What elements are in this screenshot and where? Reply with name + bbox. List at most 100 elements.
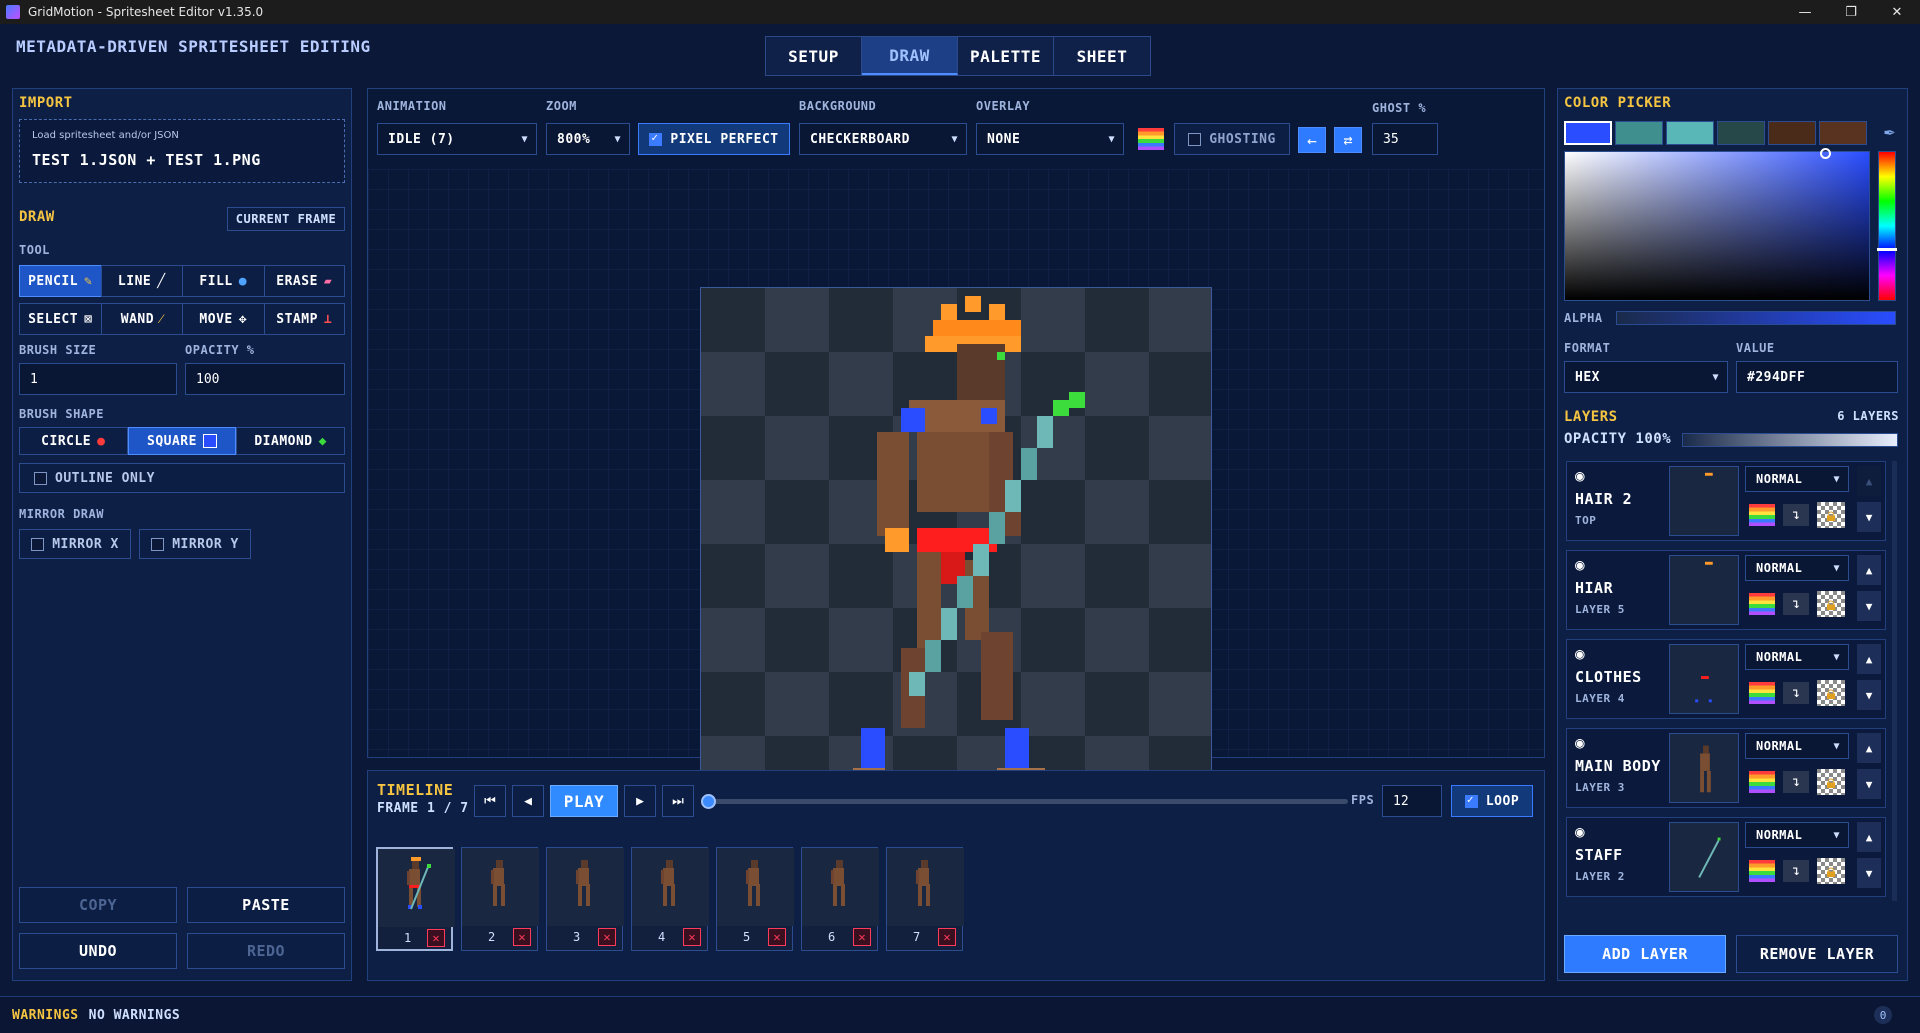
mirror-y-toggle[interactable]: MIRROR Y — [139, 529, 251, 559]
alpha-slider[interactable] — [1616, 311, 1896, 325]
loop-toggle[interactable]: LOOP — [1451, 785, 1533, 817]
eyedropper-icon[interactable]: ✒ — [1884, 121, 1895, 142]
eye-icon[interactable]: ◉ — [1575, 733, 1585, 752]
brush-size-input[interactable]: 1 — [19, 363, 177, 395]
color-value-input[interactable]: #294DFF — [1736, 361, 1898, 393]
fps-input[interactable]: 12 — [1382, 785, 1442, 817]
ghosting-checkbox[interactable] — [1188, 132, 1202, 146]
frame-thumbnail[interactable]: 6 ✕ — [801, 847, 879, 951]
layer-item[interactable]: ◉ STAFF LAYER 2 NORMAL ▼ ↴ 🔒︎ ▲ ▼ — [1566, 817, 1886, 897]
ghosting-toggle[interactable]: GHOSTING — [1174, 123, 1290, 155]
delete-frame-icon[interactable]: ✕ — [683, 928, 701, 946]
merge-down-icon[interactable]: ↴ — [1783, 860, 1809, 882]
delete-frame-icon[interactable]: ✕ — [513, 928, 531, 946]
zoom-select[interactable]: 800% ▼ — [546, 123, 630, 155]
eye-icon[interactable]: ◉ — [1575, 555, 1585, 574]
delete-frame-icon[interactable]: ✕ — [853, 928, 871, 946]
tab-sheet[interactable]: SHEET — [1054, 37, 1150, 75]
ghost-previous-button[interactable]: ← — [1298, 127, 1326, 153]
frame-thumbnail[interactable]: 1 ✕ — [376, 847, 455, 951]
mirror-x-toggle[interactable]: MIRROR X — [19, 529, 131, 559]
merge-down-icon[interactable]: ↴ — [1783, 771, 1809, 793]
color-cursor[interactable] — [1820, 148, 1831, 159]
merge-down-icon[interactable]: ↴ — [1783, 682, 1809, 704]
fill-tool[interactable]: FILL ● — [182, 265, 264, 297]
palette-icon[interactable] — [1749, 860, 1775, 882]
move-layer-down-button[interactable]: ▼ — [1857, 769, 1881, 799]
palette-icon[interactable] — [1749, 771, 1775, 793]
move-layer-down-button[interactable]: ▼ — [1857, 680, 1881, 710]
shape-circle[interactable]: CIRCLE ● — [19, 427, 128, 455]
color-swatch[interactable] — [1717, 121, 1765, 145]
layer-item[interactable]: ◉ CLOTHES LAYER 4 NORMAL ▼ ↴ 🔒︎ ▲ ▼ — [1566, 639, 1886, 719]
move-layer-down-button[interactable]: ▼ — [1857, 858, 1881, 888]
redo-button[interactable]: REDO — [187, 933, 345, 969]
frame-thumbnail[interactable]: 2 ✕ — [461, 847, 539, 951]
prev-frame-button[interactable]: ◀ — [512, 785, 544, 817]
frame-thumbnail[interactable]: 7 ✕ — [886, 847, 964, 951]
onion-colors-icon[interactable] — [1138, 128, 1164, 150]
hue-slider[interactable] — [1877, 151, 1897, 301]
layer-opacity-slider[interactable] — [1682, 433, 1898, 447]
ghost-shuffle-button[interactable]: ⇄ — [1334, 127, 1362, 153]
lock-icon[interactable]: 🔒︎ — [1817, 858, 1845, 884]
close-button[interactable]: ✕ — [1874, 0, 1920, 24]
line-tool[interactable]: LINE ╱ — [100, 265, 182, 297]
copy-button[interactable]: COPY — [19, 887, 177, 923]
eye-icon[interactable]: ◉ — [1575, 466, 1585, 485]
layer-scrollbar[interactable] — [1892, 461, 1897, 901]
sprite-canvas[interactable] — [700, 287, 1212, 799]
loop-checkbox[interactable] — [1464, 793, 1478, 808]
merge-down-icon[interactable]: ↴ — [1783, 593, 1809, 615]
mirror-x-checkbox[interactable] — [31, 537, 45, 551]
hue-thumb[interactable] — [1877, 248, 1897, 251]
next-frame-button[interactable]: ▶ — [624, 785, 656, 817]
lock-icon[interactable]: 🔒︎ — [1817, 769, 1845, 795]
delete-frame-icon[interactable]: ✕ — [598, 928, 616, 946]
ghost-percent-input[interactable]: 35 — [1372, 123, 1438, 155]
blend-mode-select[interactable]: NORMAL ▼ — [1745, 733, 1849, 759]
wand-tool[interactable]: WAND ⁄ — [100, 303, 182, 335]
timeline-scrubber[interactable] — [701, 794, 1348, 809]
layer-item[interactable]: ◉ HIAR LAYER 5 NORMAL ▼ ↴ 🔒︎ ▲ ▼ — [1566, 550, 1886, 630]
frame-thumbnail[interactable]: 4 ✕ — [631, 847, 709, 951]
format-select[interactable]: HEX ▼ — [1564, 361, 1728, 393]
palette-icon[interactable] — [1749, 504, 1775, 526]
blend-mode-select[interactable]: NORMAL ▼ — [1745, 555, 1849, 581]
pixel-perfect-toggle[interactable]: PIXEL PERFECT — [638, 123, 790, 155]
play-button[interactable]: PLAY — [550, 785, 618, 817]
outline-only-checkbox[interactable] — [34, 471, 47, 485]
move-layer-up-button[interactable]: ▲ — [1857, 733, 1881, 763]
layer-item[interactable]: ◉ MAIN BODY LAYER 3 NORMAL ▼ ↴ 🔒︎ ▲ ▼ — [1566, 728, 1886, 808]
select-tool[interactable]: SELECT ⊠ — [19, 303, 101, 335]
mirror-y-checkbox[interactable] — [151, 537, 165, 551]
animation-select[interactable]: IDLE (7) ▼ — [377, 123, 537, 155]
add-layer-button[interactable]: ADD LAYER — [1564, 935, 1726, 973]
paste-button[interactable]: PASTE — [187, 887, 345, 923]
color-swatch[interactable] — [1564, 121, 1612, 145]
delete-frame-icon[interactable]: ✕ — [427, 929, 445, 947]
frame-thumbnail[interactable]: 5 ✕ — [716, 847, 794, 951]
eye-icon[interactable]: ◉ — [1575, 644, 1585, 663]
palette-icon[interactable] — [1749, 593, 1775, 615]
color-swatch[interactable] — [1615, 121, 1663, 145]
blend-mode-select[interactable]: NORMAL ▼ — [1745, 822, 1849, 848]
merge-down-icon[interactable]: ↴ — [1783, 504, 1809, 526]
last-frame-button[interactable]: ⏭ — [662, 785, 694, 817]
scrubber-thumb[interactable] — [701, 794, 716, 809]
pencil-tool[interactable]: PENCIL ✎ — [19, 265, 101, 297]
tab-setup[interactable]: SETUP — [766, 37, 862, 75]
color-swatch[interactable] — [1666, 121, 1714, 145]
pixel-perfect-checkbox[interactable] — [649, 131, 663, 146]
move-layer-up-button[interactable]: ▲ — [1857, 555, 1881, 585]
layer-item[interactable]: ◉ HAIR 2 TOP NORMAL ▼ ↴ 🔒︎ ▲ ▼ — [1566, 461, 1886, 541]
move-layer-up-button[interactable]: ▲ — [1857, 466, 1881, 496]
blend-mode-select[interactable]: NORMAL ▼ — [1745, 466, 1849, 492]
remove-layer-button[interactable]: REMOVE LAYER — [1736, 935, 1898, 973]
opacity-input[interactable]: 100 — [185, 363, 345, 395]
delete-frame-icon[interactable]: ✕ — [938, 928, 956, 946]
frame-thumbnail[interactable]: 3 ✕ — [546, 847, 624, 951]
outline-only-toggle[interactable]: OUTLINE ONLY — [19, 463, 345, 493]
import-dropzone[interactable]: Load spritesheet and/or JSON TEST 1.JSON… — [19, 119, 345, 183]
tab-palette[interactable]: PALETTE — [958, 37, 1054, 75]
